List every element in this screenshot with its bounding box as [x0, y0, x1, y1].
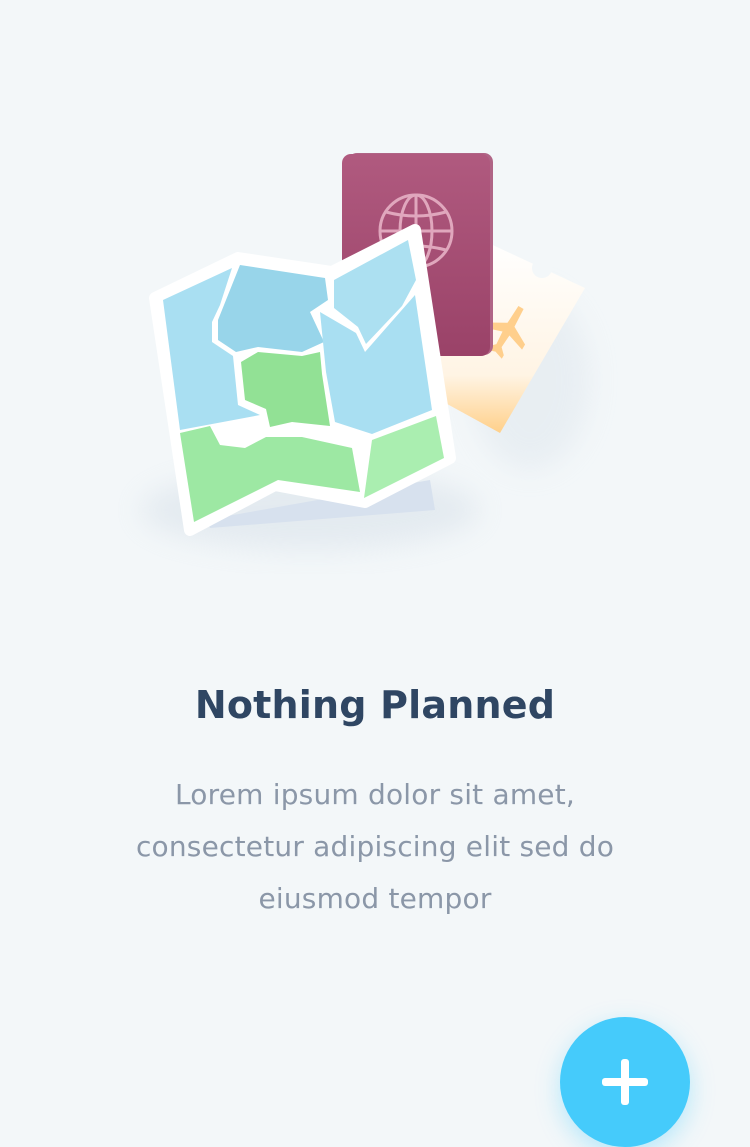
- add-plan-button[interactable]: [560, 1017, 690, 1147]
- plus-icon: [560, 1017, 690, 1147]
- map-icon: [149, 224, 456, 536]
- empty-state-title: Nothing Planned: [194, 683, 556, 727]
- empty-state-illustration: [110, 130, 630, 590]
- empty-state: Nothing Planned Lorem ipsum dolor sit am…: [0, 675, 750, 925]
- empty-state-description: Lorem ipsum dolor sit amet, consectetur …: [135, 778, 615, 915]
